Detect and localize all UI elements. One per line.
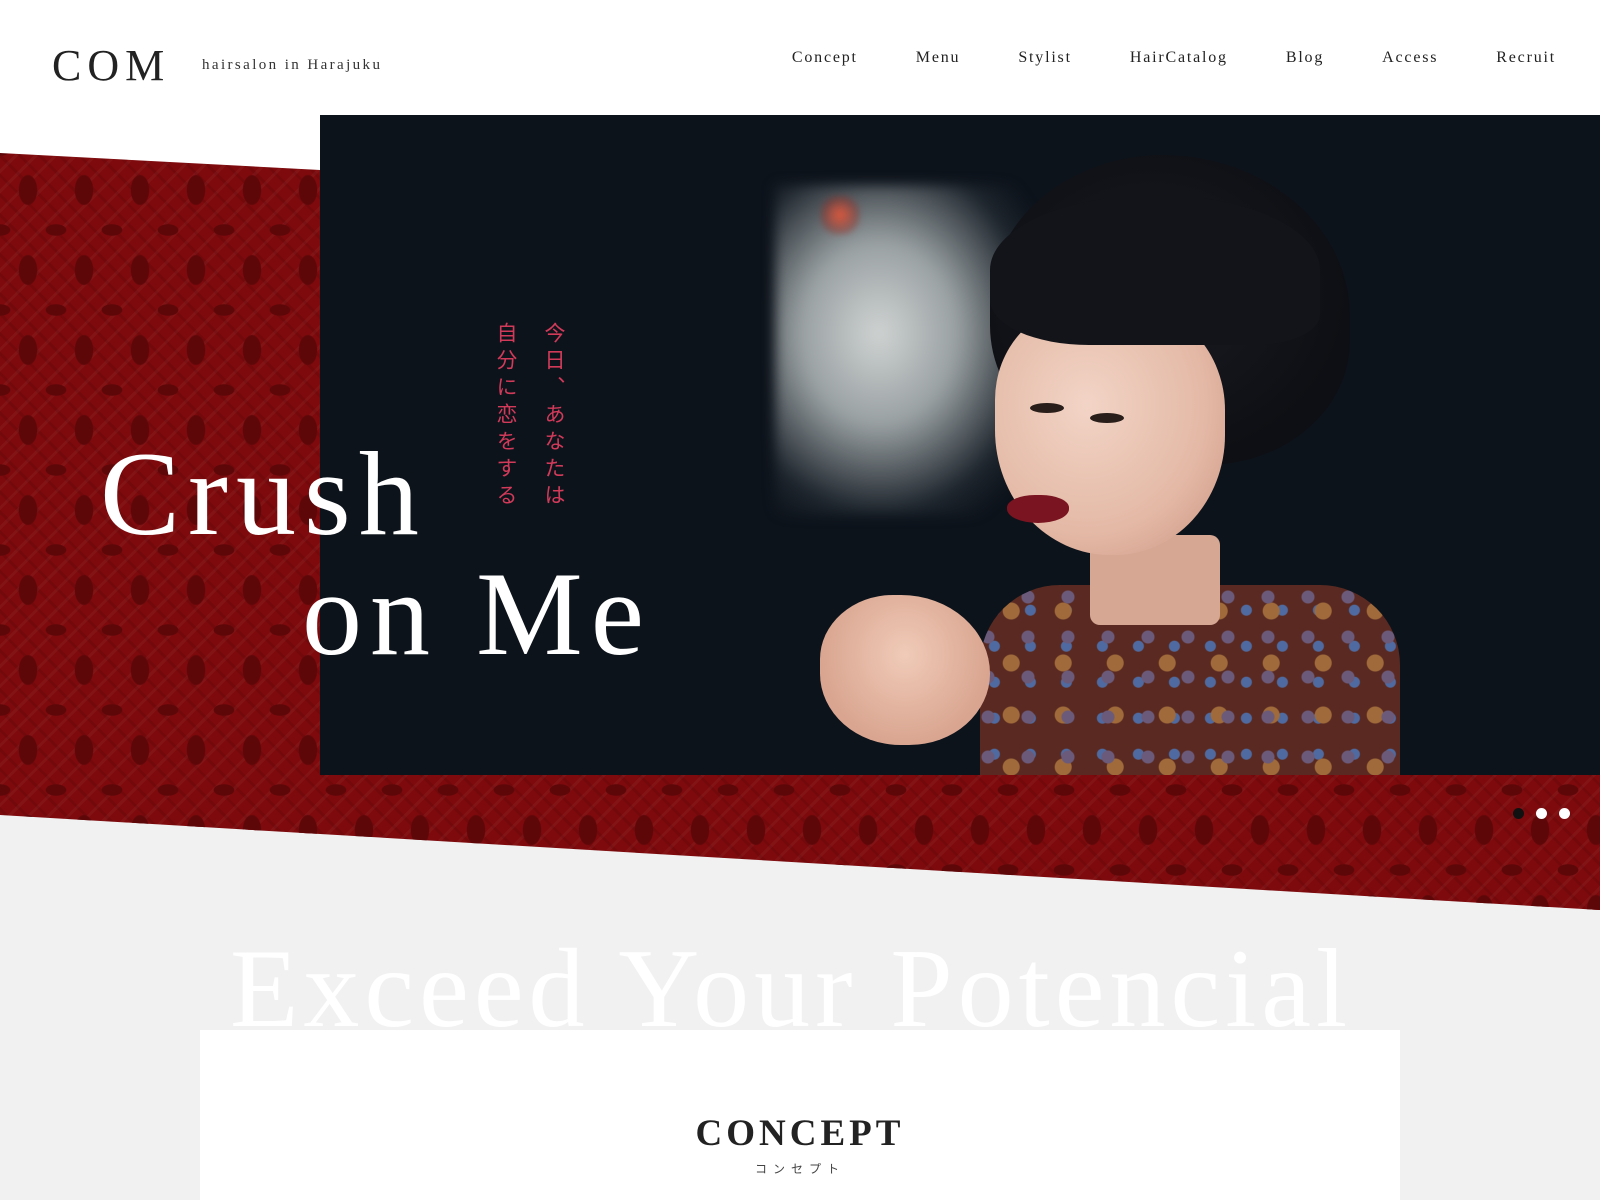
slider-dot-3[interactable] bbox=[1559, 808, 1570, 819]
portrait-lips bbox=[1007, 495, 1069, 523]
page: COM hairsalon in Harajuku Concept Menu S… bbox=[0, 0, 1600, 1200]
hero-title-line1: Crush bbox=[100, 427, 427, 560]
portrait-hands bbox=[820, 595, 990, 745]
nav-item-concept[interactable]: Concept bbox=[792, 49, 858, 67]
portrait-figure bbox=[790, 155, 1490, 775]
main-nav: Concept Menu Stylist HairCatalog Blog Ac… bbox=[734, 49, 1556, 67]
nav-item-recruit[interactable]: Recruit bbox=[1496, 49, 1556, 67]
hero-title-line2: on Me bbox=[302, 547, 652, 680]
site-logo[interactable]: COM bbox=[52, 40, 170, 91]
concept-card: CONCEPT コンセプト bbox=[200, 1030, 1400, 1200]
site-tagline: hairsalon in Harajuku bbox=[202, 57, 383, 73]
nav-item-menu[interactable]: Menu bbox=[916, 49, 961, 67]
nav-item-stylist[interactable]: Stylist bbox=[1018, 49, 1072, 67]
concept-subtitle: コンセプト bbox=[754, 1162, 845, 1176]
concept-title: CONCEPT bbox=[695, 1113, 905, 1154]
slider-dots bbox=[1513, 808, 1570, 819]
nav-item-haircatalog[interactable]: HairCatalog bbox=[1130, 49, 1228, 67]
nav-item-blog[interactable]: Blog bbox=[1286, 49, 1324, 67]
site-header: COM hairsalon in Harajuku Concept Menu S… bbox=[0, 0, 1600, 115]
portrait-eye-right bbox=[1090, 413, 1124, 423]
portrait-bangs bbox=[990, 195, 1320, 345]
hero-jp-line1: 今日、あなたは bbox=[542, 322, 566, 511]
hero-jp-line2: 自分に恋をする bbox=[494, 322, 518, 511]
slider-dot-1[interactable] bbox=[1513, 808, 1524, 819]
slider-dot-2[interactable] bbox=[1536, 808, 1547, 819]
nav-item-access[interactable]: Access bbox=[1382, 49, 1438, 67]
portrait-eye-left bbox=[1030, 403, 1064, 413]
